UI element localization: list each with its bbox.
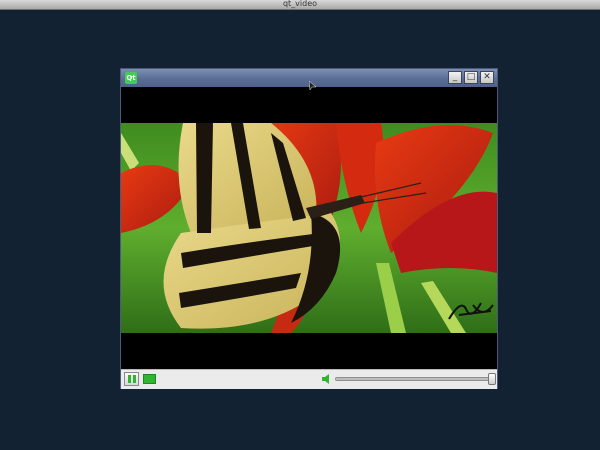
maximize-button[interactable]: □ (464, 71, 478, 84)
pause-icon (128, 375, 131, 383)
close-button[interactable]: ✕ (480, 71, 494, 84)
video-player-window: Qt _ □ ✕ (120, 68, 498, 389)
minimize-button[interactable]: _ (448, 71, 462, 84)
volume-slider[interactable] (335, 373, 496, 385)
video-display[interactable] (121, 87, 497, 369)
speaker-icon (322, 374, 329, 384)
desktop-top-bar: qt_video (0, 0, 600, 10)
volume-slider-fill (336, 378, 492, 380)
pause-button[interactable] (124, 372, 139, 386)
volume-slider-handle[interactable] (488, 373, 496, 385)
video-frame (121, 87, 497, 369)
playback-controls (121, 369, 497, 389)
qt-logo-icon: Qt (125, 72, 137, 84)
mouse-cursor-icon (309, 81, 317, 90)
stop-button[interactable] (143, 374, 156, 384)
top-bar-title: qt_video (282, 0, 318, 8)
